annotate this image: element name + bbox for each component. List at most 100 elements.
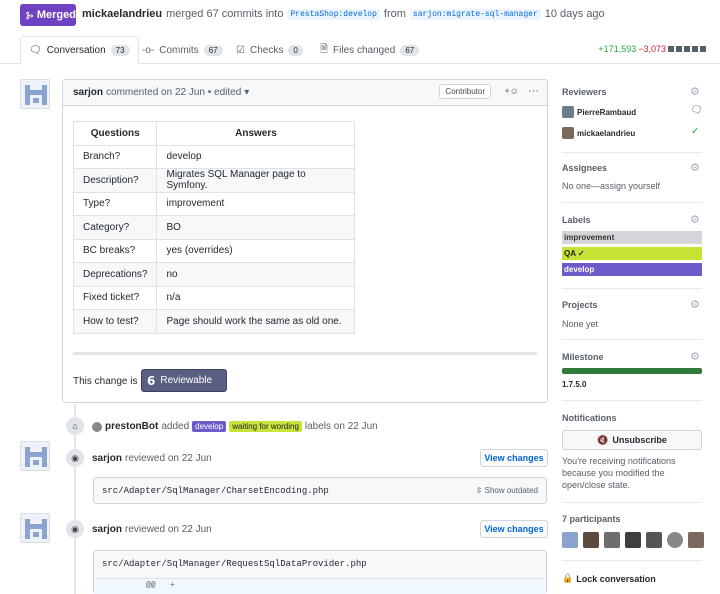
avatar[interactable] [20,441,50,471]
reviewer-name[interactable]: PierreRambaud [577,108,636,117]
reviewable-badge[interactable]: 𝟲 Reviewable [141,369,227,392]
milestone-progress-fill [562,368,702,374]
table-row: Type? improvement [72,191,356,216]
table-row: Fixed ticket? n/a [72,285,356,310]
gear-icon[interactable]: ⚙ [690,85,700,98]
divider [562,339,702,340]
unsubscribe-button[interactable]: 🔇 Unsubscribe [562,430,702,450]
gear-icon[interactable]: ⚙ [690,161,700,174]
divider [562,152,702,153]
reviewer-name[interactable]: sarjon [92,524,122,535]
table-row: Category? BO [72,215,356,240]
avatar[interactable] [562,532,578,548]
avatar[interactable] [688,532,704,548]
avatar[interactable] [562,106,574,118]
reviewer-name[interactable]: sarjon [92,453,122,464]
reviewers-heading[interactable]: Reviewers [562,87,607,97]
diffstat-block [676,46,682,52]
identicon [25,519,47,539]
diffstat: +171,593 −3,073 [598,44,706,54]
projects-heading[interactable]: Projects [562,300,598,310]
table-row: Branch? develop [72,144,356,169]
lock-label: Lock conversation [576,573,656,584]
assignees-heading[interactable]: Assignees [562,163,607,173]
avatar[interactable] [20,79,50,109]
file-path[interactable]: src/Adapter/SqlManager/CharsetEncoding.p… [102,486,329,496]
identicon [25,85,47,105]
question-cell: BC breaks? [72,238,158,263]
comment-discussion-icon: 🗨 [29,45,42,56]
hunk-marker: @@ [146,581,156,590]
notifications-heading: Notifications [562,413,617,423]
reviewer-name[interactable]: mickaelandrieu [577,129,635,138]
divider [562,288,702,289]
answer-cell: no [156,262,356,287]
participants-heading: 7 participants [562,514,621,524]
participants-list [562,532,704,548]
avatar[interactable] [604,532,620,548]
event-actor[interactable]: prestonBot [105,421,158,432]
milestone-heading[interactable]: Milestone [562,352,604,362]
tab-counter: 73 [110,45,130,56]
answer-cell: improvement [156,191,356,216]
merged-status-badge: Merged [20,4,76,26]
avatar[interactable] [562,127,574,139]
mute-icon: 🔇 [597,434,609,445]
tab-counter: 67 [203,44,223,56]
label-improvement[interactable]: improvement [562,231,702,244]
merger-link[interactable]: mickaelandrieu [82,8,162,20]
avatar[interactable] [583,532,599,548]
review-meta[interactable]: reviewed on 22 Jun [125,524,212,535]
label-qa[interactable]: QA ✓ [562,247,702,260]
divider [562,400,702,401]
tab-conversation[interactable]: 🗨 Conversation 73 [20,36,139,65]
base-branch[interactable]: PrestaShop:develop [287,8,380,20]
head-branch[interactable]: sarjon:migrate-sql-manager [409,8,541,20]
avatar[interactable] [625,532,641,548]
identicon [25,447,47,467]
table-header: Questions [72,121,158,146]
answer-cell: BO [156,215,356,240]
label-develop[interactable]: develop [192,421,227,432]
merge-time[interactable]: 10 days ago [545,8,605,20]
view-changes-button[interactable]: View changes [480,520,548,538]
reviewer-row: PierreRambaud [562,106,636,118]
divider [562,502,702,503]
bot-avatar[interactable] [92,421,102,432]
table-row: How to test? Page should work the same as… [72,309,356,334]
notification-reason: You're receiving notifications because y… [562,456,676,490]
tab-checks[interactable]: ☑ Checks 0 [228,36,311,64]
avatar[interactable] [20,513,50,543]
comment-author[interactable]: sarjon [73,87,103,98]
chevron-down-icon[interactable]: ▾ [244,87,249,98]
lock-conversation-link[interactable]: 🔒 Lock conversation [562,573,656,584]
assignees-text[interactable]: No one—assign yourself [562,181,660,191]
event-verb: added [161,421,190,432]
comment-meta[interactable]: commented on 22 Jun • edited [106,87,241,98]
avatar[interactable] [667,532,683,548]
answer-cell: n/a [156,285,356,310]
tab-files-changed[interactable]: 🗎 Files changed 67 [312,36,427,64]
kebab-icon[interactable]: ··· [528,85,539,97]
file-path[interactable]: src/Adapter/SqlManager/RequestSqlDataPro… [102,559,367,569]
table-row: BC breaks? yes (overrides) [72,238,356,263]
avatar[interactable] [646,532,662,548]
review-event: sarjon reviewed on 22 Jun [92,453,212,464]
show-outdated-button[interactable]: ⇳ Show outdated [476,486,538,495]
eye-icon: ◉ [66,449,84,467]
gear-icon[interactable]: ⚙ [690,213,700,226]
gear-icon[interactable]: ⚙ [690,350,700,363]
diffstat-block [700,46,706,52]
milestone-name[interactable]: 1.7.5.0 [562,380,586,389]
add-reaction-icon[interactable]: +☺ [505,86,519,96]
tab-commits[interactable]: -o- Commits 67 [134,36,231,64]
check-icon: ✓ [691,126,700,137]
gear-icon[interactable]: ⚙ [690,298,700,311]
review-meta[interactable]: reviewed on 22 Jun [125,453,212,464]
diffstat-block [668,46,674,52]
label-develop[interactable]: develop [562,263,702,276]
label-waiting-for-wording[interactable]: waiting for wording [229,421,302,432]
tab-label: Conversation [46,45,106,56]
labels-heading[interactable]: Labels [562,215,591,225]
view-changes-button[interactable]: View changes [480,449,548,467]
